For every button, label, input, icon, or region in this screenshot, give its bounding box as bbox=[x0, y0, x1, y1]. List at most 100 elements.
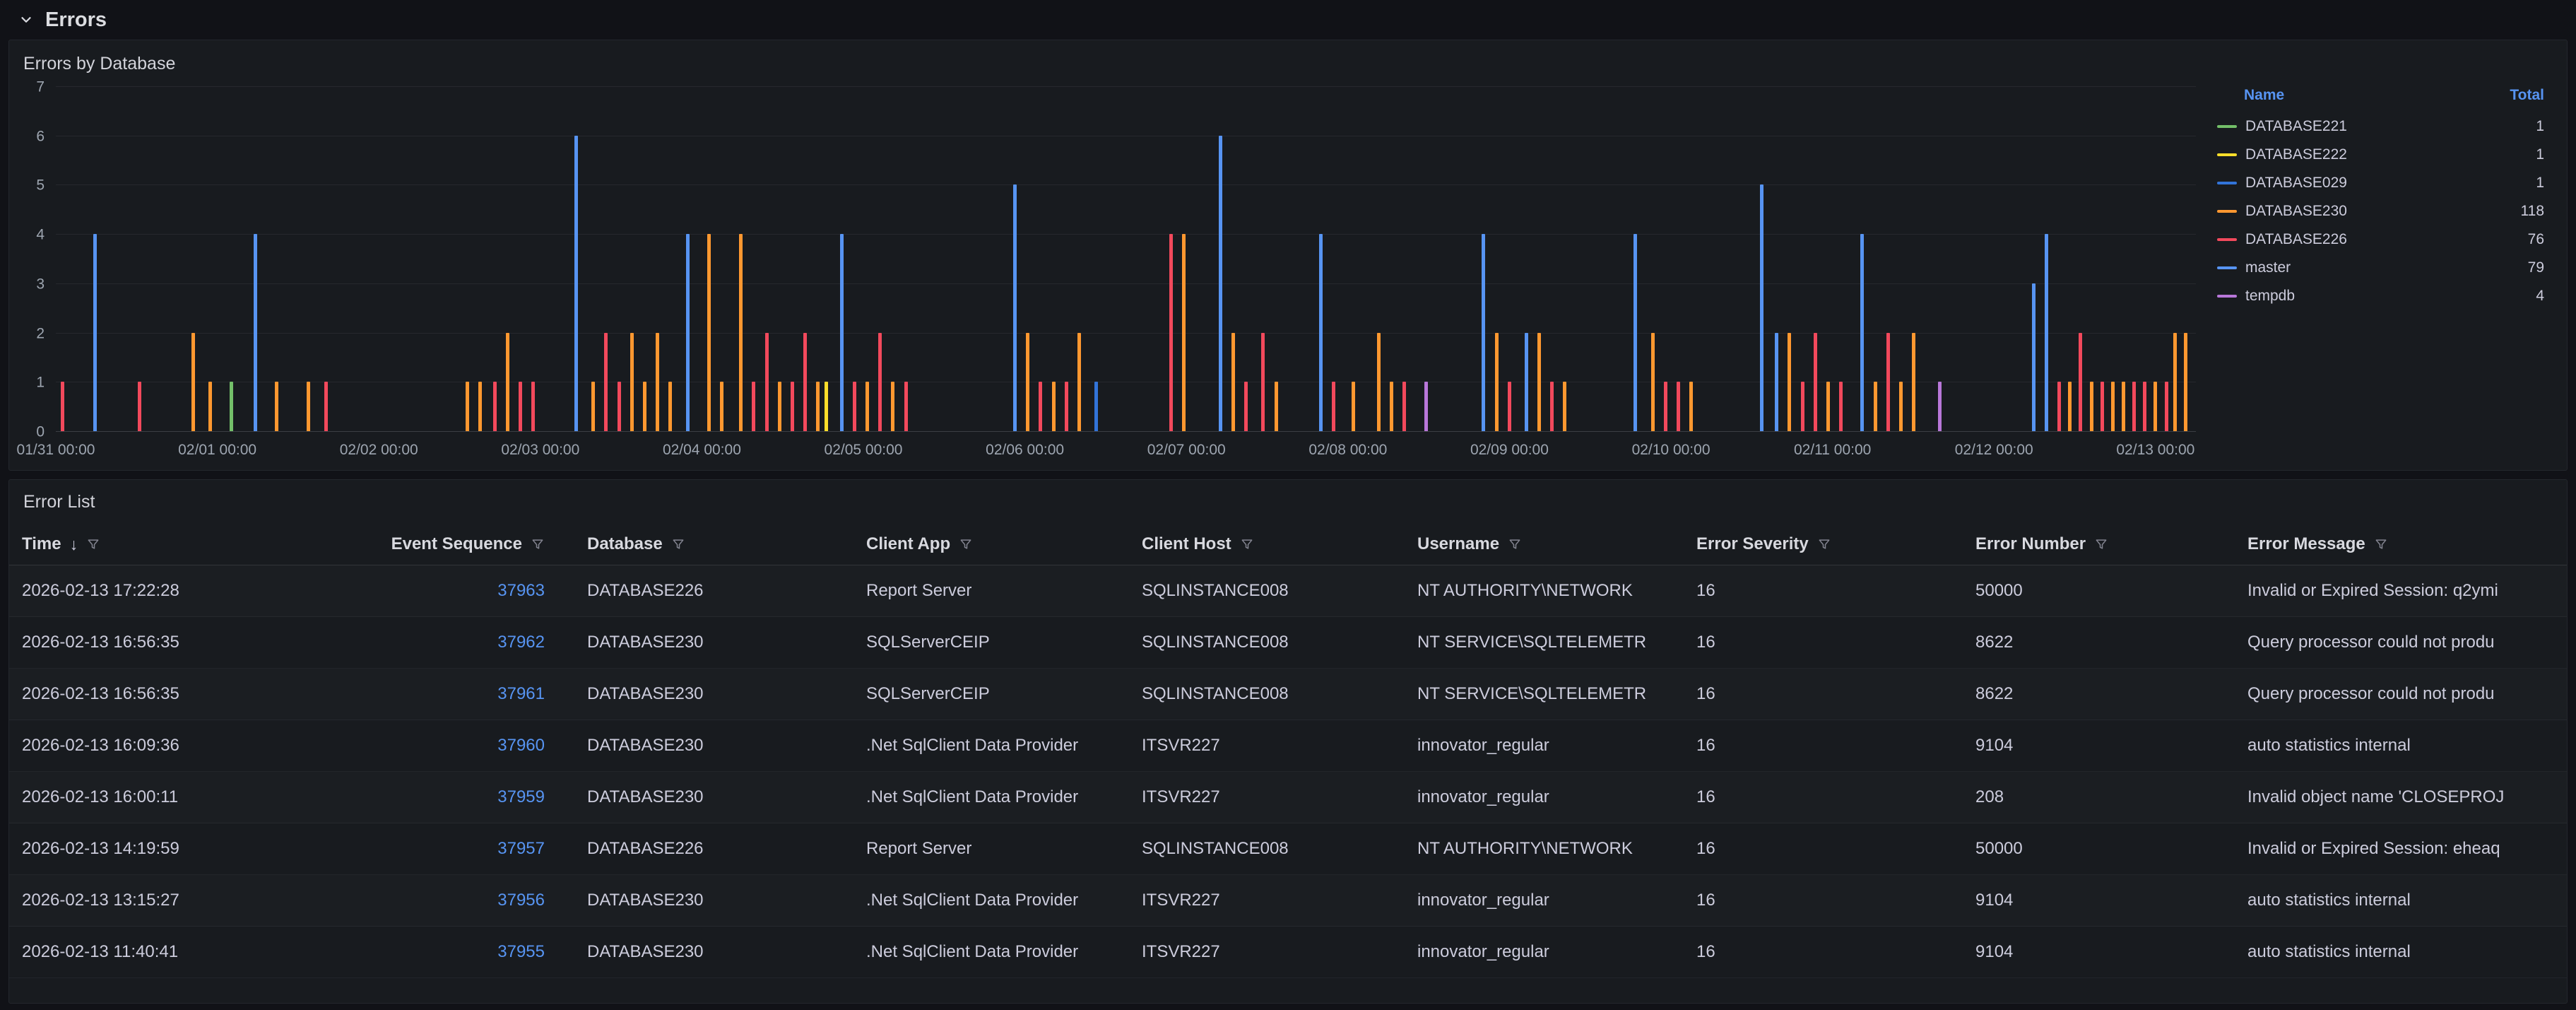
legend-header-total[interactable]: Total bbox=[2510, 87, 2544, 104]
event-sequence-link[interactable]: 37962 bbox=[497, 633, 545, 652]
column-header-event_sequence[interactable]: Event Sequence bbox=[366, 534, 574, 554]
chart-bar-master bbox=[93, 234, 97, 431]
legend-series-total: 118 bbox=[2521, 203, 2544, 220]
cell-error_number: 9104 bbox=[1963, 891, 2235, 910]
chart-bar-master bbox=[686, 234, 690, 431]
chart-bar-DATABASE226 bbox=[2057, 382, 2061, 431]
chart-bar-DATABASE221 bbox=[230, 382, 233, 431]
chart-bar-master bbox=[574, 136, 578, 431]
section-title: Errors bbox=[45, 8, 107, 32]
chart-bar-DATABASE230 bbox=[591, 382, 595, 431]
column-header-error_number[interactable]: Error Number bbox=[1963, 534, 2235, 554]
event-sequence-link[interactable]: 37960 bbox=[497, 736, 545, 755]
cell-error_number: 9104 bbox=[1963, 736, 2235, 756]
chart-bar-master bbox=[2045, 234, 2048, 431]
section-header-errors[interactable]: Errors bbox=[0, 0, 2576, 40]
chart-bar-DATABASE230 bbox=[275, 382, 278, 431]
y-axis-label: 4 bbox=[36, 228, 45, 242]
column-label: Event Sequence bbox=[391, 534, 522, 554]
legend-item[interactable]: DATABASE2211 bbox=[2216, 112, 2546, 141]
filter-icon[interactable] bbox=[2374, 537, 2388, 551]
cell-client_app: .Net SqlClient Data Provider bbox=[853, 736, 1129, 756]
filter-icon[interactable] bbox=[959, 537, 973, 551]
legend-series-swatch bbox=[2217, 153, 2237, 156]
filter-icon[interactable] bbox=[86, 537, 100, 551]
cell-error_severity: 16 bbox=[1684, 633, 1963, 652]
chart-bar-DATABASE226 bbox=[2101, 382, 2104, 431]
legend-item[interactable]: DATABASE0291 bbox=[2216, 169, 2546, 197]
filter-icon[interactable] bbox=[1817, 537, 1831, 551]
column-label: Username bbox=[1417, 534, 1499, 554]
cell-client_app: Report Server bbox=[853, 581, 1129, 601]
cell-database: DATABASE226 bbox=[574, 839, 853, 859]
cell-error_number: 8622 bbox=[1963, 633, 2235, 652]
cell-error_number: 208 bbox=[1963, 787, 2235, 807]
cell-event_sequence: 37963 bbox=[366, 581, 574, 601]
x-axis-label: 01/31 00:00 bbox=[17, 442, 95, 459]
chart-bar-DATABASE230 bbox=[739, 234, 743, 431]
legend-item[interactable]: tempdb4 bbox=[2216, 282, 2546, 310]
table-panel-title[interactable]: Error List bbox=[9, 490, 2567, 514]
event-sequence-link[interactable]: 37959 bbox=[497, 787, 545, 806]
chart-bar-DATABASE029 bbox=[1094, 382, 1098, 431]
column-header-client_host[interactable]: Client Host bbox=[1129, 534, 1405, 554]
cell-time: 2026-02-13 16:09:36 bbox=[9, 736, 366, 756]
event-sequence-link[interactable]: 37957 bbox=[497, 839, 545, 858]
filter-icon[interactable] bbox=[2094, 537, 2108, 551]
cell-username: NT SERVICE\SQLTELEMETR bbox=[1405, 633, 1684, 652]
legend-series-swatch bbox=[2217, 210, 2237, 213]
filter-icon[interactable] bbox=[531, 537, 545, 551]
filter-icon[interactable] bbox=[671, 537, 685, 551]
legend-header-name[interactable]: Name bbox=[2244, 87, 2284, 104]
column-header-error_message[interactable]: Error Message bbox=[2235, 534, 2567, 554]
y-axis-label: 2 bbox=[36, 326, 45, 341]
table-row: 2026-02-13 16:56:3537961DATABASE230SQLSe… bbox=[9, 669, 2567, 720]
column-header-username[interactable]: Username bbox=[1405, 534, 1684, 554]
filter-icon[interactable] bbox=[1508, 537, 1522, 551]
x-axis-label: 02/10 00:00 bbox=[1632, 442, 1711, 459]
chart-body: 01234567 01/31 00:0002/01 00:0002/02 00:… bbox=[23, 76, 2553, 463]
chevron-down-icon bbox=[18, 12, 34, 28]
chart-bar-DATABASE230 bbox=[643, 382, 646, 431]
event-sequence-link[interactable]: 37961 bbox=[497, 684, 545, 703]
cell-error_message: auto statistics internal bbox=[2235, 891, 2567, 910]
chart-bar-DATABASE230 bbox=[2111, 382, 2115, 431]
column-header-time[interactable]: Time↓ bbox=[9, 534, 366, 554]
cell-error_message: Invalid or Expired Session: q2ymi bbox=[2235, 581, 2567, 601]
chart-bar-DATABASE226 bbox=[1332, 382, 1335, 431]
y-axis: 01234567 bbox=[23, 87, 56, 432]
x-axis-label: 02/13 00:00 bbox=[2116, 442, 2194, 459]
table-header: Time↓ Event Sequence DatabaseClient App Cli… bbox=[9, 524, 2567, 565]
event-sequence-link[interactable]: 37963 bbox=[497, 581, 545, 600]
legend-item[interactable]: DATABASE230118 bbox=[2216, 197, 2546, 225]
chart-bar-DATABASE226 bbox=[1886, 333, 1890, 431]
column-header-client_app[interactable]: Client App bbox=[853, 534, 1129, 554]
legend-item[interactable]: master79 bbox=[2216, 254, 2546, 282]
legend-item[interactable]: DATABASE22676 bbox=[2216, 225, 2546, 254]
column-header-error_severity[interactable]: Error Severity bbox=[1684, 534, 1963, 554]
filter-icon[interactable] bbox=[1240, 537, 1254, 551]
cell-error_message: Query processor could not produ bbox=[2235, 633, 2567, 652]
cell-database: DATABASE230 bbox=[574, 787, 853, 807]
chart-bar-DATABASE226 bbox=[1801, 382, 1804, 431]
cell-event_sequence: 37955 bbox=[366, 942, 574, 962]
legend-item[interactable]: DATABASE2221 bbox=[2216, 141, 2546, 169]
chart-bar-DATABASE230 bbox=[191, 333, 195, 431]
column-label: Client Host bbox=[1142, 534, 1231, 554]
chart-panel-title[interactable]: Errors by Database bbox=[23, 52, 2553, 76]
cell-client_host: ITSVR227 bbox=[1129, 942, 1405, 962]
chart-bar-DATABASE230 bbox=[2122, 382, 2125, 431]
cell-username: innovator_regular bbox=[1405, 736, 1684, 756]
chart-bar-DATABASE230 bbox=[865, 382, 869, 431]
chart-bar-DATABASE230 bbox=[1874, 382, 1877, 431]
event-sequence-link[interactable]: 37956 bbox=[497, 891, 545, 910]
chart-bar-master bbox=[1525, 333, 1528, 431]
event-sequence-link[interactable]: 37955 bbox=[497, 942, 545, 961]
legend-series-total: 4 bbox=[2536, 288, 2544, 305]
chart-bar-DATABASE230 bbox=[1377, 333, 1381, 431]
cell-error_message: Invalid or Expired Session: eheaq bbox=[2235, 839, 2567, 859]
column-label: Error Message bbox=[2247, 534, 2365, 554]
cell-client_host: SQLINSTANCE008 bbox=[1129, 633, 1405, 652]
column-header-database[interactable]: Database bbox=[574, 534, 853, 554]
cell-error_message: auto statistics internal bbox=[2235, 942, 2567, 962]
